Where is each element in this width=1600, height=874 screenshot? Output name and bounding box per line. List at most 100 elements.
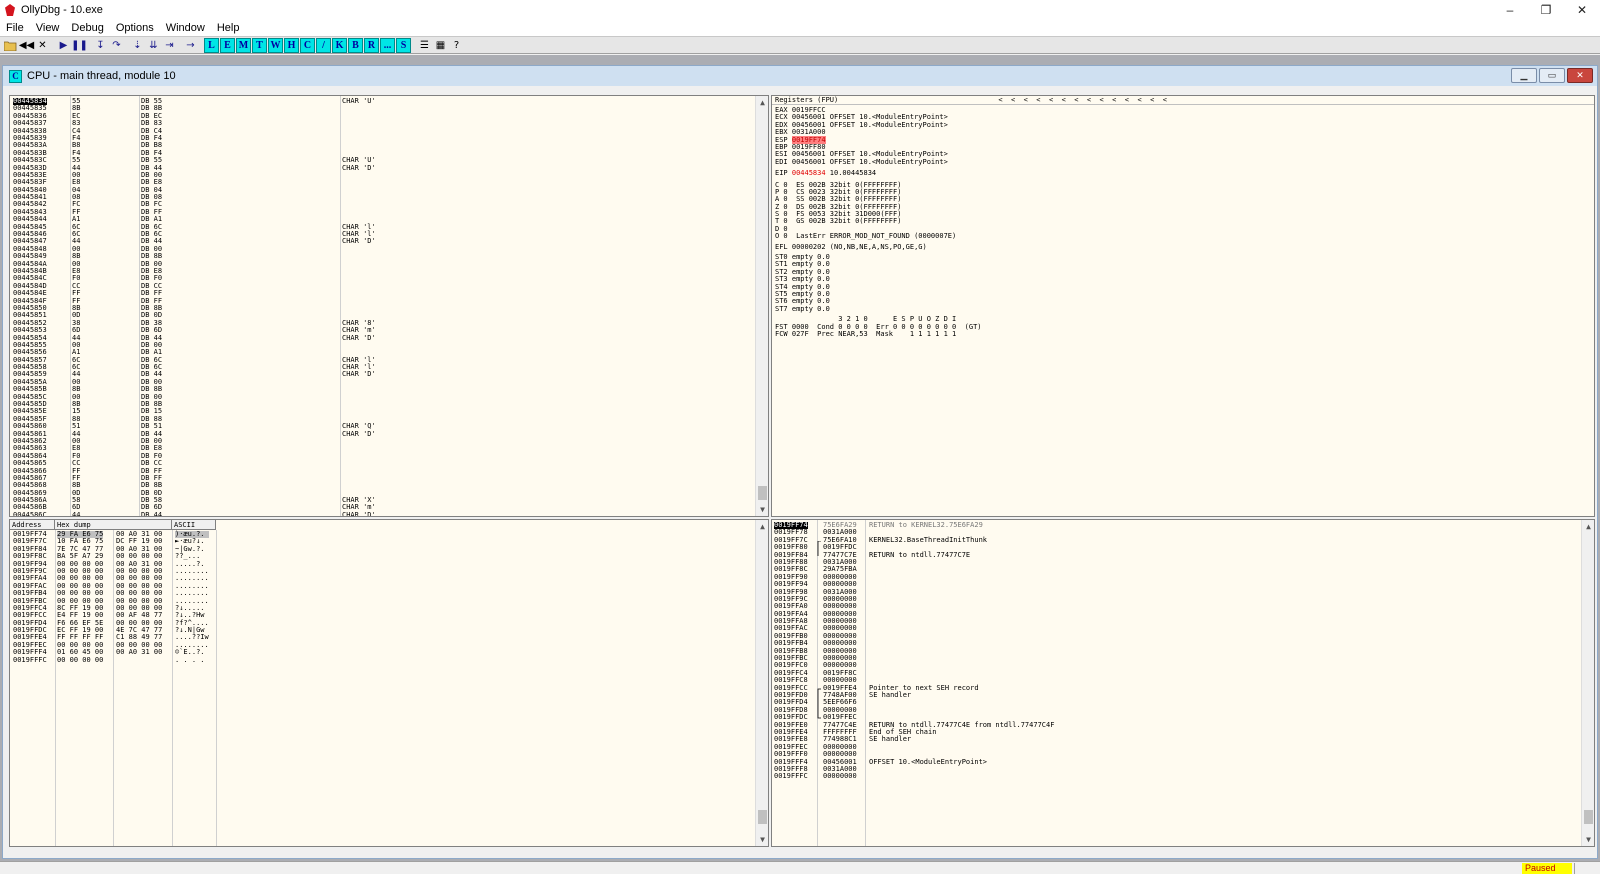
disasm-comment[interactable] bbox=[342, 105, 376, 112]
stack-comment[interactable] bbox=[869, 744, 1054, 751]
stack-value[interactable]: 00000000 bbox=[823, 772, 857, 780]
dump-header-address[interactable]: Address bbox=[10, 520, 55, 529]
scroll-down-icon[interactable]: ▼ bbox=[756, 503, 768, 516]
scroll-down-icon[interactable]: ▼ bbox=[1582, 833, 1594, 846]
disasm-comment[interactable] bbox=[342, 179, 376, 186]
disasm-comment[interactable] bbox=[342, 253, 376, 260]
registers-header[interactable]: Registers (FPU) < < < < < < < < < < < < … bbox=[772, 96, 1594, 105]
scroll-up-icon[interactable]: ▲ bbox=[1582, 520, 1594, 533]
step-into-icon[interactable]: ↧ bbox=[93, 38, 108, 53]
memory-map-button[interactable]: M bbox=[236, 37, 251, 53]
disasm-comment[interactable] bbox=[342, 128, 376, 135]
cpu-minimize-button[interactable]: ▁ bbox=[1511, 68, 1537, 83]
dump-ascii-text[interactable]: . . . . bbox=[175, 656, 209, 664]
stack-pane[interactable]: 0019FF74 0019FF78 0019FF7C 0019FF80 0019FF84… bbox=[771, 519, 1595, 847]
call-stack-button[interactable]: K bbox=[332, 37, 347, 53]
cpu-close-button[interactable]: ✕ bbox=[1567, 68, 1593, 83]
restart-icon[interactable]: ◀◀ bbox=[19, 38, 34, 53]
stack-comment[interactable] bbox=[869, 707, 1054, 714]
disasm-comment[interactable] bbox=[342, 113, 376, 120]
disasm-scrollbar[interactable]: ▲ ▼ bbox=[755, 96, 768, 516]
stack-comment[interactable] bbox=[869, 611, 1054, 618]
menu-window[interactable]: Window bbox=[160, 22, 211, 34]
disasm-comment[interactable] bbox=[342, 142, 376, 149]
patches-button[interactable]: / bbox=[316, 37, 331, 53]
stack-comment[interactable] bbox=[869, 633, 1054, 640]
trace-into-icon[interactable]: ⇣ bbox=[130, 38, 145, 53]
stack-comment[interactable] bbox=[869, 670, 1054, 677]
stack-comment[interactable] bbox=[869, 699, 1054, 706]
disasm-comment[interactable] bbox=[342, 468, 376, 475]
dump-hex-bytes[interactable]: 00 00 00 00 bbox=[57, 656, 103, 664]
close-program-icon[interactable]: ✕ bbox=[35, 38, 50, 53]
disasm-comment[interactable] bbox=[342, 201, 376, 208]
disasm-comment[interactable]: CHAR 'U' bbox=[342, 97, 376, 105]
disasm-comment[interactable] bbox=[342, 379, 376, 386]
stack-comment[interactable] bbox=[869, 648, 1054, 655]
disasm-comment[interactable] bbox=[342, 290, 376, 297]
disasm-comment[interactable] bbox=[342, 394, 376, 401]
fpu-fcw[interactable]: FCW 027F Prec NEAR,53 Mask 1 1 1 1 1 1 bbox=[775, 330, 982, 338]
disasm-comment[interactable] bbox=[342, 386, 376, 393]
go-to-icon[interactable]: → bbox=[183, 38, 198, 53]
disasm-comment[interactable] bbox=[342, 209, 376, 216]
disasm-comment[interactable] bbox=[342, 482, 376, 489]
handles-button[interactable]: H bbox=[284, 37, 299, 53]
disassembler-pane[interactable]: 00445834 00445835 00445836 00445837 00445838… bbox=[9, 95, 769, 517]
grid-icon[interactable]: ▦ bbox=[433, 38, 448, 53]
disasm-scroll-thumb[interactable] bbox=[758, 486, 767, 500]
disasm-comment[interactable] bbox=[342, 135, 376, 142]
stack-comment[interactable] bbox=[869, 625, 1054, 632]
dump-header-hex[interactable]: Hex dump bbox=[55, 520, 172, 529]
disasm-comment[interactable] bbox=[342, 401, 376, 408]
open-file-icon[interactable] bbox=[3, 38, 18, 53]
disasm-comment[interactable] bbox=[342, 172, 376, 179]
dump-header-ascii[interactable]: ASCII bbox=[172, 520, 216, 529]
stack-comment[interactable]: SE handler bbox=[869, 735, 1054, 743]
stack-comment[interactable] bbox=[869, 589, 1054, 596]
dump-scrollbar[interactable]: ▲ ▼ bbox=[755, 520, 768, 846]
dump-hex-bytes[interactable] bbox=[116, 657, 162, 664]
disasm-comment[interactable] bbox=[342, 460, 376, 467]
menu-debug[interactable]: Debug bbox=[65, 22, 109, 34]
menu-view[interactable]: View bbox=[30, 22, 66, 34]
reg-efl[interactable]: EFL 00000202 (NO,NB,NE,A,NS,PO,GE,G) bbox=[775, 243, 982, 251]
disasm-comment[interactable]: CHAR 'D' bbox=[342, 334, 376, 342]
reg-edi[interactable]: EDI 00456001 OFFSET 10.<ModuleEntryPoint… bbox=[775, 158, 982, 166]
disasm-comment[interactable]: CHAR 'D' bbox=[342, 371, 376, 379]
restore-button[interactable]: ❐ bbox=[1528, 0, 1564, 20]
disasm-comment[interactable] bbox=[342, 445, 376, 452]
disasm-comment[interactable]: CHAR 'D' bbox=[342, 238, 376, 246]
threads-button[interactable]: T bbox=[252, 37, 267, 53]
stack-comment[interactable] bbox=[869, 640, 1054, 647]
log-window-button[interactable]: L bbox=[204, 37, 219, 53]
minimize-button[interactable]: – bbox=[1492, 0, 1528, 20]
close-button[interactable]: ✕ bbox=[1564, 0, 1600, 20]
registers-pane[interactable]: Registers (FPU) < < < < < < < < < < < < … bbox=[771, 95, 1595, 517]
stack-comment[interactable] bbox=[869, 581, 1054, 588]
execute-till-return-icon[interactable]: ⇥ bbox=[162, 38, 177, 53]
disasm-comment[interactable] bbox=[342, 475, 376, 482]
run-trace-button[interactable]: ... bbox=[380, 37, 395, 53]
disasm-comment[interactable] bbox=[342, 342, 376, 349]
scroll-up-icon[interactable]: ▲ bbox=[756, 96, 768, 109]
dump-hex-bytes[interactable]: 00 A0 31 00 bbox=[116, 648, 162, 656]
disasm-comment[interactable] bbox=[342, 120, 376, 127]
stack-comment[interactable] bbox=[869, 574, 1054, 581]
executable-modules-button[interactable]: E bbox=[220, 37, 235, 53]
disasm-comment[interactable] bbox=[342, 298, 376, 305]
windows-button[interactable]: W bbox=[268, 37, 283, 53]
stack-comment[interactable] bbox=[869, 655, 1054, 662]
disasm-hex-bytes[interactable]: 44 bbox=[72, 511, 80, 516]
disasm-comment[interactable] bbox=[342, 268, 376, 275]
stack-address[interactable]: 0019FFFC bbox=[774, 772, 808, 780]
menu-file[interactable]: File bbox=[0, 22, 30, 34]
breakpoints-button[interactable]: B bbox=[348, 37, 363, 53]
disasm-comment[interactable] bbox=[342, 283, 376, 290]
disasm-comment[interactable] bbox=[342, 194, 376, 201]
scroll-up-icon[interactable]: ▲ bbox=[756, 520, 768, 533]
flag-segment-row[interactable]: O 0 LastErr ERROR_MOD_NOT_FOUND (0000007… bbox=[775, 232, 982, 240]
disasm-command[interactable]: DB 44 bbox=[141, 511, 162, 516]
stack-comment[interactable] bbox=[869, 596, 1054, 603]
stack-scroll-thumb[interactable] bbox=[1584, 810, 1593, 824]
